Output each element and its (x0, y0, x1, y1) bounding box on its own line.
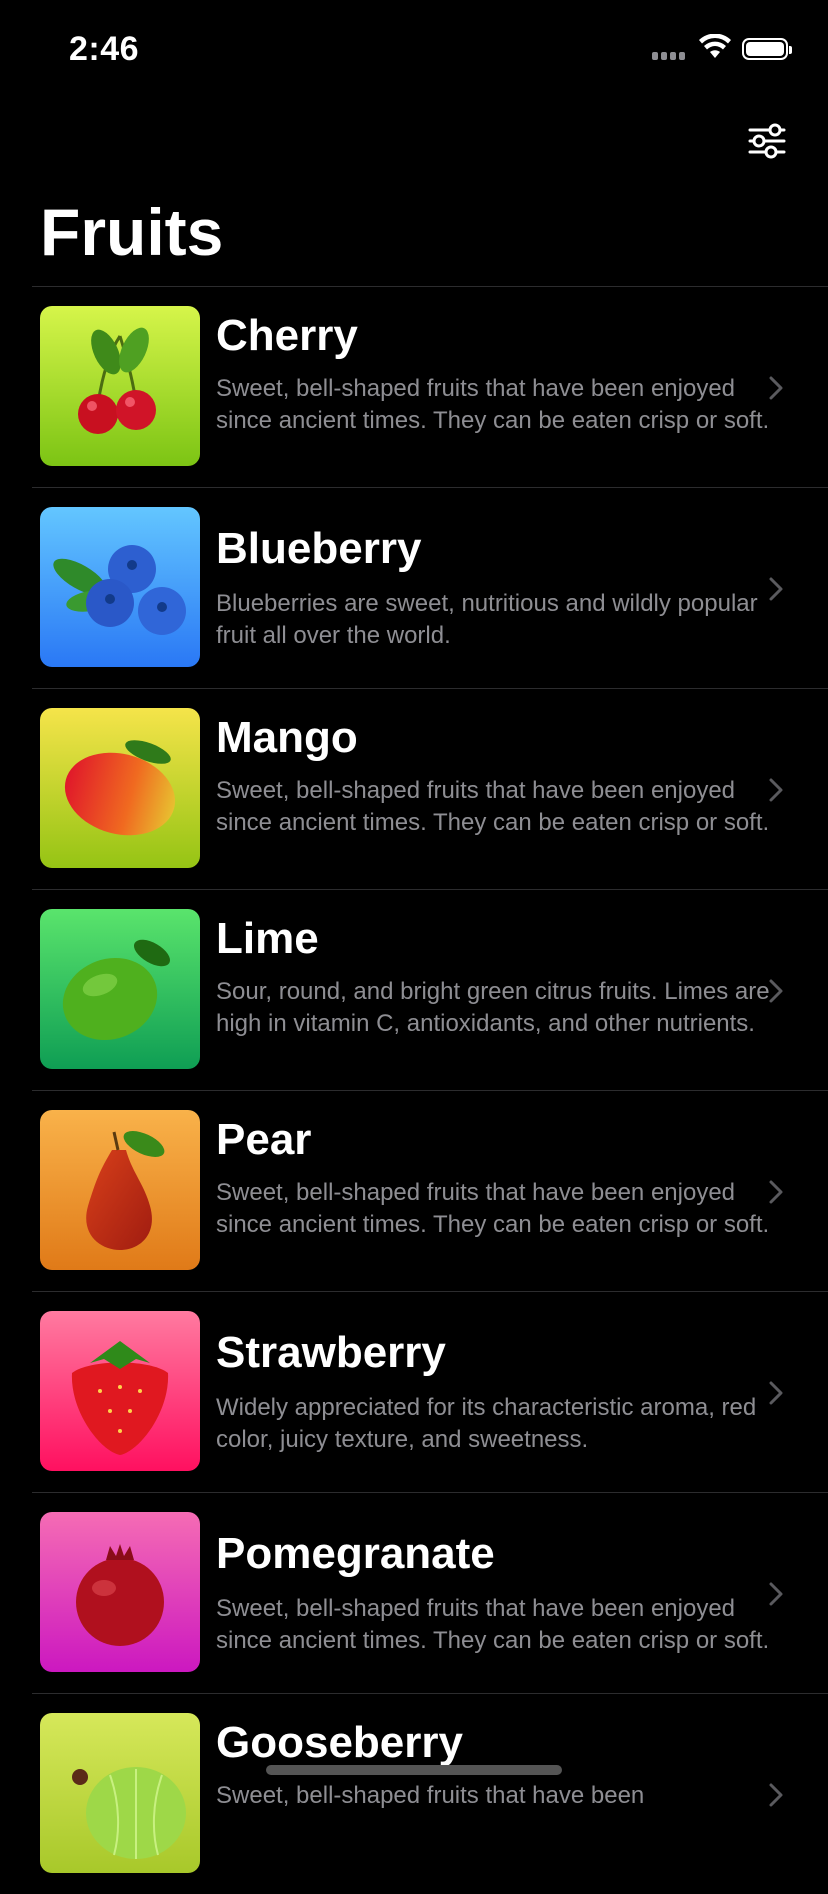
fruit-name: Cherry (216, 311, 358, 360)
fruit-thumbnail (40, 1110, 200, 1270)
strawberry-icon (40, 1311, 200, 1471)
lime-icon (40, 909, 200, 1069)
fruit-description: Sweet, bell-shaped fruits that have been… (216, 777, 770, 836)
list-item-pomegranate[interactable]: Pomegranate Sweet, bell-shaped fruits th… (32, 1492, 828, 1693)
wifi-icon (699, 34, 731, 58)
list-item-cherry[interactable]: Cherry Sweet, bell-shaped fruits that ha… (32, 286, 828, 487)
list-item-lime[interactable]: Lime Sour, round, and bright green citru… (32, 889, 828, 1090)
fruit-thumbnail (40, 1311, 200, 1471)
chevron-right-icon (769, 1381, 783, 1405)
battery-icon (742, 38, 792, 60)
fruit-name: Blueberry (216, 524, 422, 573)
chevron-right-icon (769, 778, 783, 802)
chevron-right-icon (769, 1180, 783, 1204)
status-bar: 2:46 (0, 0, 828, 100)
fruit-description: Sweet, bell-shaped fruits that have been… (216, 375, 770, 434)
chevron-right-icon (769, 376, 783, 400)
list-item-blueberry[interactable]: Blueberry Blueberries are sweet, nutriti… (32, 487, 828, 688)
pomegranate-icon (40, 1512, 200, 1672)
page-title: Fruits (40, 195, 224, 269)
fruit-description: Sweet, bell-shaped fruits that have been… (216, 1179, 770, 1238)
list-item-strawberry[interactable]: Strawberry Widely appreciated for its ch… (32, 1291, 828, 1492)
settings-button[interactable] (740, 118, 794, 164)
fruit-name: Strawberry (216, 1328, 446, 1377)
list-item-mango[interactable]: Mango Sweet, bell-shaped fruits that hav… (32, 688, 828, 889)
fruit-name: Gooseberry (216, 1718, 463, 1767)
chevron-right-icon (769, 979, 783, 1003)
fruit-thumbnail (40, 708, 200, 868)
fruit-name: Lime (216, 914, 319, 963)
fruit-description: Widely appreciated for its characteristi… (216, 1394, 757, 1453)
fruit-description: Blueberries are sweet, nutritious and wi… (216, 590, 758, 649)
pear-icon (40, 1110, 200, 1270)
fruit-description: Sweet, bell-shaped fruits that have been… (216, 1595, 770, 1654)
mango-icon (40, 708, 200, 868)
fruit-description: Sweet, bell-shaped fruits that have been (216, 1782, 645, 1809)
fruit-name: Pear (216, 1115, 312, 1164)
home-indicator[interactable] (266, 1765, 562, 1775)
gooseberry-icon (40, 1713, 200, 1873)
fruit-thumbnail (40, 1713, 200, 1873)
fruit-thumbnail (40, 1512, 200, 1672)
status-time: 2:46 (69, 30, 140, 68)
blueberry-icon (40, 507, 200, 667)
cherry-icon (40, 306, 200, 466)
chevron-right-icon (769, 1582, 783, 1606)
fruit-name: Mango (216, 713, 358, 762)
chevron-right-icon (769, 1783, 783, 1807)
list-item-gooseberry[interactable]: Gooseberry Sweet, bell-shaped fruits tha… (32, 1693, 828, 1894)
fruit-list: Cherry Sweet, bell-shaped fruits that ha… (32, 286, 828, 1894)
fruit-name: Pomegranate (216, 1529, 495, 1578)
sliders-icon (748, 123, 786, 159)
chevron-right-icon (769, 577, 783, 601)
cellular-signal-icon (652, 52, 685, 60)
fruit-thumbnail (40, 507, 200, 667)
fruit-thumbnail (40, 306, 200, 466)
list-item-pear[interactable]: Pear Sweet, bell-shaped fruits that have… (32, 1090, 828, 1291)
fruit-thumbnail (40, 909, 200, 1069)
fruit-description: Sour, round, and bright green citrus fru… (216, 978, 770, 1037)
